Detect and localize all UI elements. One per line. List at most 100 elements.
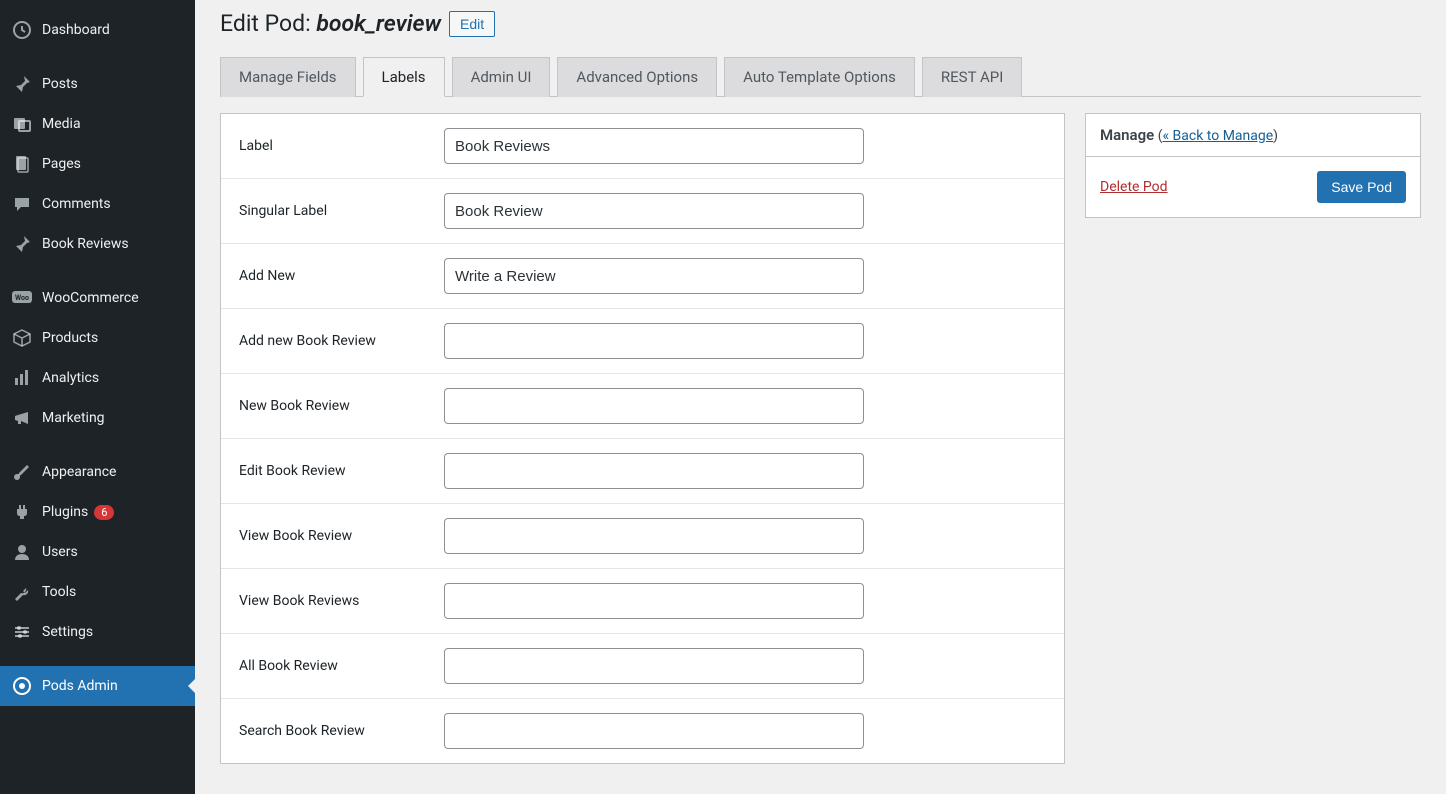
- sidebar-item-pages[interactable]: Pages: [0, 144, 195, 184]
- woo-icon: Woo: [12, 288, 32, 308]
- sidebar-item-marketing[interactable]: Marketing: [0, 398, 195, 438]
- form-row: Edit Book Review: [221, 439, 1064, 504]
- add-new-input[interactable]: [444, 258, 864, 294]
- page-title: Edit Pod: book_review: [220, 10, 441, 37]
- brush-icon: [12, 462, 32, 482]
- sidebar-label: Tools: [42, 584, 76, 600]
- sidebar-item-analytics[interactable]: Analytics: [0, 358, 195, 398]
- form-row: View Book Reviews: [221, 569, 1064, 634]
- admin-sidebar: Dashboard Posts Media Pages Comments Boo…: [0, 0, 195, 794]
- field-label: Add New: [239, 268, 444, 284]
- form-row: Singular Label: [221, 179, 1064, 244]
- page-title-row: Edit Pod: book_review Edit: [220, 10, 1421, 37]
- main-content: Edit Pod: book_review Edit Manage Fields…: [195, 0, 1446, 794]
- tabs: Manage Fields Labels Admin UI Advanced O…: [220, 57, 1421, 97]
- back-to-manage-link[interactable]: « Back to Manage: [1163, 128, 1274, 144]
- sidebar-item-book-reviews[interactable]: Book Reviews: [0, 224, 195, 264]
- sidebar-label: Dashboard: [42, 22, 110, 38]
- search-items-input[interactable]: [444, 713, 864, 749]
- form-row: Add new Book Review: [221, 309, 1064, 374]
- manage-header: Manage (« Back to Manage): [1086, 114, 1420, 157]
- tab-admin-ui[interactable]: Admin UI: [452, 57, 551, 97]
- sidebar-label: Products: [42, 330, 98, 346]
- chart-icon: [12, 368, 32, 388]
- delete-pod-link[interactable]: Delete Pod: [1100, 179, 1168, 195]
- manage-body: Delete Pod Save Pod: [1086, 157, 1420, 217]
- pod-name: book_review: [316, 10, 441, 37]
- settings-icon: [12, 622, 32, 642]
- sidebar-item-plugins[interactable]: Plugins 6: [0, 492, 195, 532]
- sidebar-label: Users: [42, 544, 78, 560]
- sidebar-label: Posts: [42, 76, 78, 92]
- field-label: All Book Review: [239, 658, 444, 674]
- pages-icon: [12, 154, 32, 174]
- labels-form: Label Singular Label Add New Add new Boo…: [220, 113, 1065, 764]
- save-pod-button[interactable]: Save Pod: [1317, 171, 1406, 203]
- sidebar-label: Pods Admin: [42, 678, 118, 694]
- pin-icon: [12, 74, 32, 94]
- field-label: View Book Review: [239, 528, 444, 544]
- pin-icon: [12, 234, 32, 254]
- sidebar-item-settings[interactable]: Settings: [0, 612, 195, 652]
- comment-icon: [12, 194, 32, 214]
- sidebar-label: Comments: [42, 196, 111, 212]
- sidebar-label: Pages: [42, 156, 81, 172]
- edit-pod-button[interactable]: Edit: [449, 11, 495, 37]
- form-row: Search Book Review: [221, 699, 1064, 763]
- wrench-icon: [12, 582, 32, 602]
- add-new-item-input[interactable]: [444, 323, 864, 359]
- svg-text:Woo: Woo: [15, 294, 29, 302]
- sidebar-item-posts[interactable]: Posts: [0, 64, 195, 104]
- manage-title: Manage: [1100, 126, 1154, 144]
- sidebar-label: Media: [42, 116, 81, 132]
- sidebar-item-tools[interactable]: Tools: [0, 572, 195, 612]
- sidebar-item-users[interactable]: Users: [0, 532, 195, 572]
- sidebar-item-woocommerce[interactable]: Woo WooCommerce: [0, 278, 195, 318]
- box-icon: [12, 328, 32, 348]
- label-input[interactable]: [444, 128, 864, 164]
- media-icon: [12, 114, 32, 134]
- sidebar-item-appearance[interactable]: Appearance: [0, 452, 195, 492]
- sidebar-label: Book Reviews: [42, 236, 129, 252]
- sidebar-item-products[interactable]: Products: [0, 318, 195, 358]
- user-icon: [12, 542, 32, 562]
- form-row: New Book Review: [221, 374, 1064, 439]
- form-row: Label: [221, 114, 1064, 179]
- plug-icon: [12, 502, 32, 522]
- sidebar-label: Marketing: [42, 410, 105, 426]
- field-label: New Book Review: [239, 398, 444, 414]
- plugin-count-badge: 6: [94, 505, 114, 520]
- manage-panel: Manage (« Back to Manage) Delete Pod Sav…: [1085, 113, 1421, 218]
- tab-rest-api[interactable]: REST API: [922, 57, 1022, 97]
- form-row: View Book Review: [221, 504, 1064, 569]
- singular-label-input[interactable]: [444, 193, 864, 229]
- sidebar-item-comments[interactable]: Comments: [0, 184, 195, 224]
- edit-item-input[interactable]: [444, 453, 864, 489]
- dashboard-icon: [12, 20, 32, 40]
- sidebar-label: Appearance: [42, 464, 116, 480]
- tab-labels[interactable]: Labels: [363, 57, 445, 97]
- field-label: Label: [239, 138, 444, 154]
- sidebar-item-pods-admin[interactable]: Pods Admin: [0, 666, 195, 706]
- tab-manage-fields[interactable]: Manage Fields: [220, 57, 356, 97]
- field-label: Edit Book Review: [239, 463, 444, 479]
- title-prefix: Edit Pod:: [220, 10, 316, 37]
- sidebar-item-media[interactable]: Media: [0, 104, 195, 144]
- sidebar-item-dashboard[interactable]: Dashboard: [0, 10, 195, 50]
- all-items-input[interactable]: [444, 648, 864, 684]
- megaphone-icon: [12, 408, 32, 428]
- field-label: Singular Label: [239, 203, 444, 219]
- tab-advanced-options[interactable]: Advanced Options: [557, 57, 717, 97]
- sidebar-label: Settings: [42, 624, 93, 640]
- new-item-input[interactable]: [444, 388, 864, 424]
- sidebar-label: Plugins: [42, 504, 88, 520]
- form-row: Add New: [221, 244, 1064, 309]
- view-items-input[interactable]: [444, 583, 864, 619]
- pods-icon: [12, 676, 32, 696]
- sidebar-label: WooCommerce: [42, 290, 139, 306]
- form-row: All Book Review: [221, 634, 1064, 699]
- view-item-input[interactable]: [444, 518, 864, 554]
- tab-auto-template-options[interactable]: Auto Template Options: [724, 57, 915, 97]
- field-label: View Book Reviews: [239, 593, 444, 609]
- field-label: Add new Book Review: [239, 333, 444, 349]
